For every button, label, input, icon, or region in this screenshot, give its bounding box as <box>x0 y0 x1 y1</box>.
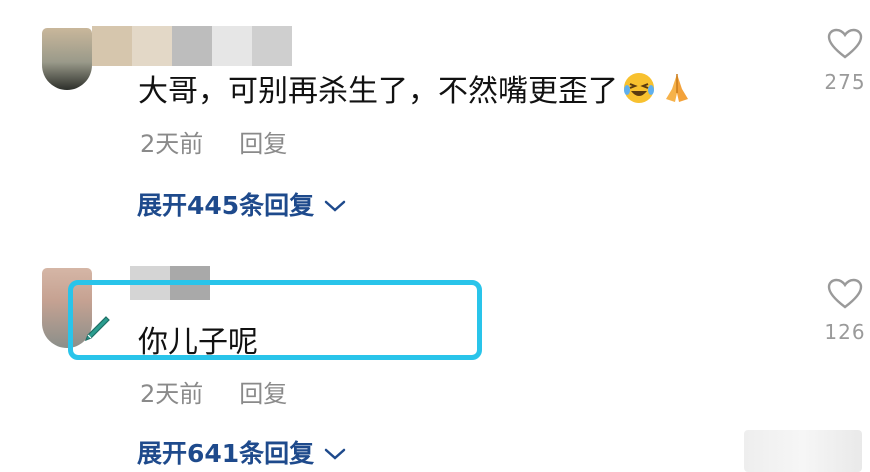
laughing-crying-face-icon <box>622 71 656 105</box>
heart-icon <box>820 278 870 314</box>
reply-button[interactable]: 回复 <box>239 374 287 409</box>
comment-time: 2天前 <box>140 380 204 408</box>
reply-button[interactable]: 回复 <box>239 124 287 159</box>
chevron-down-icon <box>324 438 346 467</box>
like-count: 126 <box>824 320 866 344</box>
chevron-down-icon <box>324 190 346 219</box>
expand-replies-label: 展开445条回复 <box>137 191 315 220</box>
expand-replies-label: 展开641条回复 <box>137 439 315 468</box>
comment-time: 2天前 <box>140 130 204 158</box>
like-count: 275 <box>824 70 866 94</box>
heart-icon <box>820 28 870 64</box>
comment-item: 大哥，可别再杀生了，不然嘴更歪了 2天前 回复 展开445条回复 275 <box>0 0 870 240</box>
comment-item: 你儿子呢 2天前 回复 展开641条回复 126 <box>0 262 870 472</box>
highlight-box <box>68 280 482 360</box>
comment-text-body: 大哥，可别再杀生了，不然嘴更歪了 <box>138 74 618 109</box>
comment-text: 你儿子呢 <box>138 317 258 361</box>
pen-icon <box>82 314 112 348</box>
expand-replies-button[interactable]: 展开445条回复 <box>137 186 346 222</box>
expand-replies-button[interactable]: 展开641条回复 <box>137 434 346 470</box>
comment-meta: 2天前 回复 <box>140 124 287 159</box>
watermark-blurred <box>744 430 862 472</box>
comment-text-body: 你儿子呢 <box>138 325 258 360</box>
folded-hands-icon <box>660 71 694 105</box>
username-blurred[interactable] <box>92 26 292 66</box>
like-button[interactable]: 275 <box>820 28 870 94</box>
like-button[interactable]: 126 <box>820 278 870 344</box>
avatar[interactable] <box>42 28 92 90</box>
comment-text: 大哥，可别再杀生了，不然嘴更歪了 <box>138 66 694 110</box>
comment-meta: 2天前 回复 <box>140 374 287 409</box>
